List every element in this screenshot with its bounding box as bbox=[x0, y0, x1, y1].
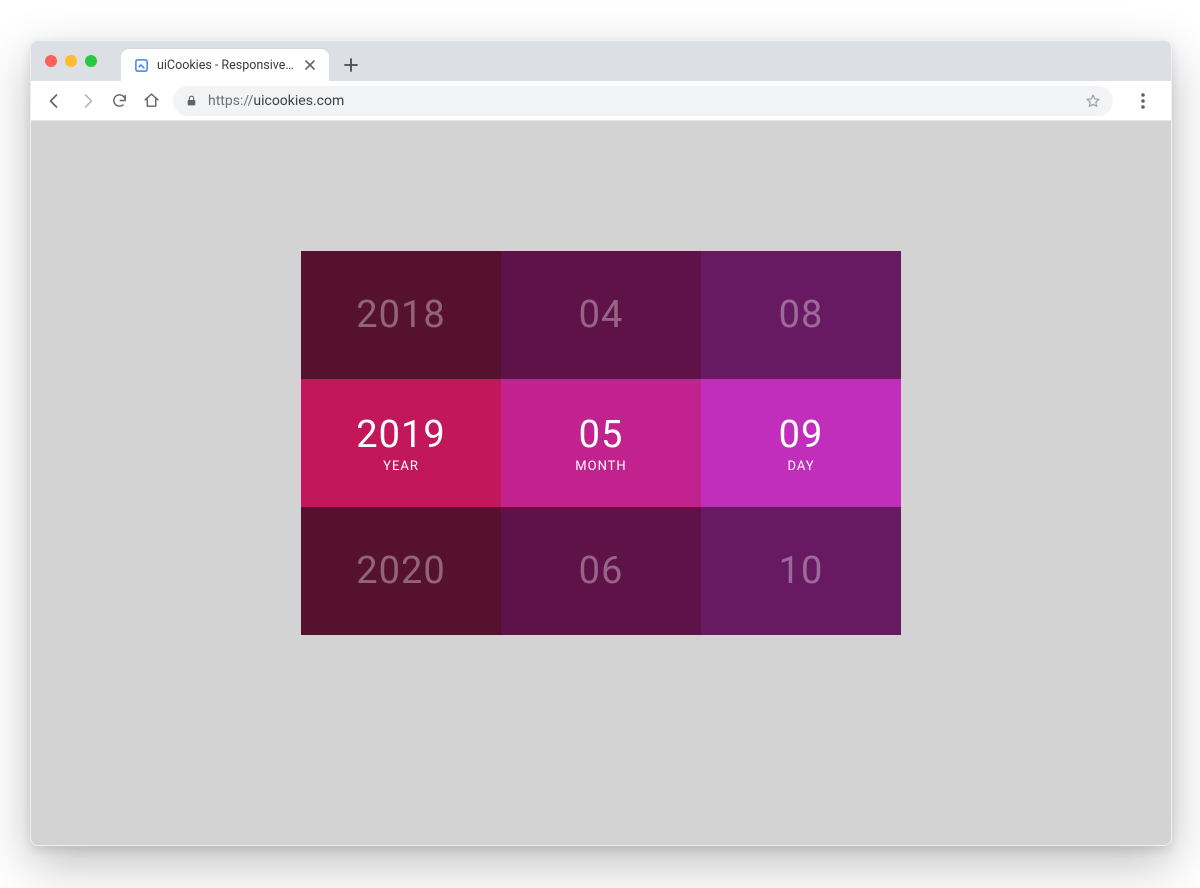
bookmark-star-icon[interactable] bbox=[1085, 93, 1101, 109]
day-label: DAY bbox=[787, 459, 814, 474]
close-window-button[interactable] bbox=[45, 55, 57, 67]
year-prev-option[interactable]: 2018 bbox=[301, 251, 501, 379]
year-label: YEAR bbox=[383, 459, 419, 474]
browser-toolbar: https://uicookies.com bbox=[31, 81, 1171, 121]
reload-button[interactable] bbox=[103, 85, 135, 117]
home-button[interactable] bbox=[135, 85, 167, 117]
url-text: https://uicookies.com bbox=[208, 93, 1075, 109]
address-bar[interactable]: https://uicookies.com bbox=[173, 86, 1113, 116]
back-button[interactable] bbox=[39, 85, 71, 117]
day-value: 09 bbox=[779, 413, 824, 457]
year-next-option[interactable]: 2020 bbox=[301, 507, 501, 635]
tab-strip: uiCookies - Responsive HTML bbox=[31, 41, 1171, 81]
month-prev-option[interactable]: 04 bbox=[501, 251, 701, 379]
page-viewport: 2018 04 08 2019 YEAR 05 MONTH 09 DAY 202… bbox=[31, 121, 1171, 845]
month-selected[interactable]: 05 MONTH bbox=[501, 379, 701, 507]
year-value: 2019 bbox=[356, 413, 445, 457]
tab-title: uiCookies - Responsive HTML bbox=[157, 58, 295, 73]
month-value: 05 bbox=[579, 413, 624, 457]
browser-tab[interactable]: uiCookies - Responsive HTML bbox=[121, 49, 329, 81]
lock-icon bbox=[185, 94, 198, 107]
date-picker[interactable]: 2018 04 08 2019 YEAR 05 MONTH 09 DAY 202… bbox=[301, 251, 901, 635]
maximize-window-button[interactable] bbox=[85, 55, 97, 67]
month-label: MONTH bbox=[575, 459, 626, 474]
favicon-icon bbox=[133, 57, 149, 73]
forward-button[interactable] bbox=[71, 85, 103, 117]
day-prev-option[interactable]: 08 bbox=[701, 251, 901, 379]
menu-button[interactable] bbox=[1123, 93, 1163, 109]
year-selected[interactable]: 2019 YEAR bbox=[301, 379, 501, 507]
day-next-option[interactable]: 10 bbox=[701, 507, 901, 635]
window-controls bbox=[45, 55, 97, 67]
month-next-option[interactable]: 06 bbox=[501, 507, 701, 635]
day-selected[interactable]: 09 DAY bbox=[701, 379, 901, 507]
minimize-window-button[interactable] bbox=[65, 55, 77, 67]
new-tab-button[interactable] bbox=[337, 51, 365, 79]
close-tab-icon[interactable] bbox=[303, 58, 317, 72]
browser-window: uiCookies - Responsive HTML bbox=[30, 40, 1172, 846]
